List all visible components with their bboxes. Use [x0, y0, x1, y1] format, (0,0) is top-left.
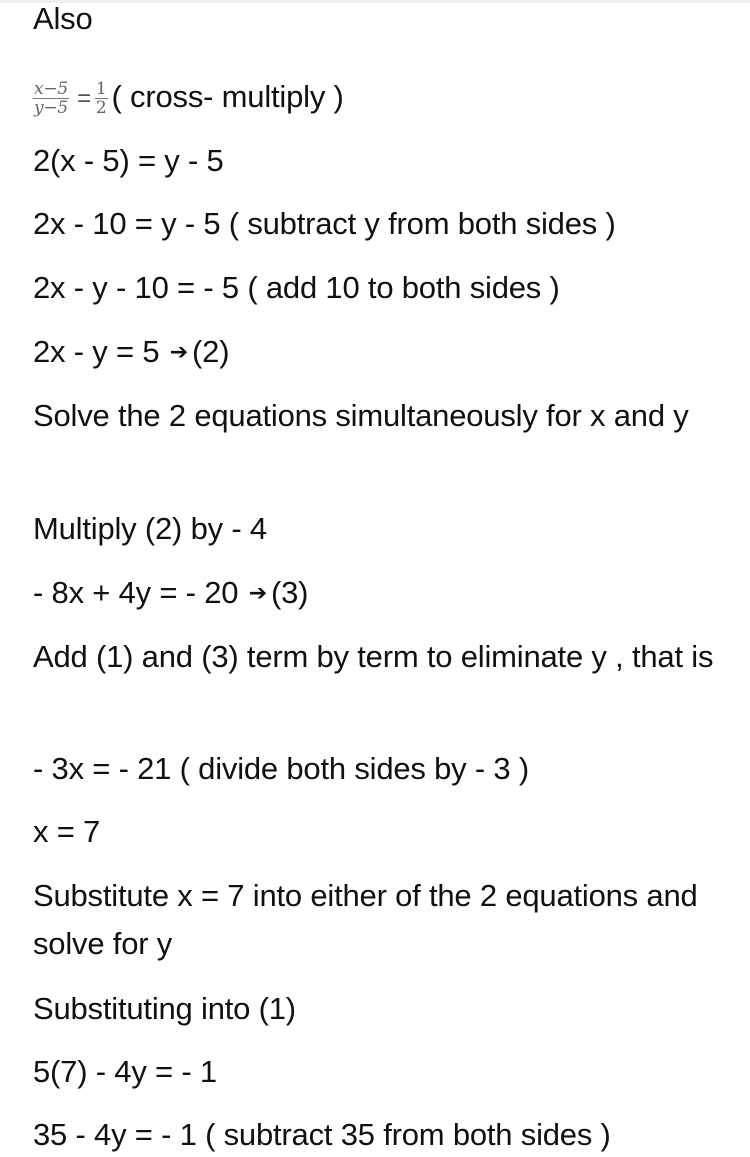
fraction-right: 1 2: [94, 79, 108, 119]
text-line: Substitute x = 7 into either of the 2 eq…: [33, 872, 723, 968]
text-line: Substituting into (1): [33, 987, 296, 1031]
equation-label: (2): [192, 334, 230, 369]
equals-sign: =: [77, 84, 91, 112]
text-line: Also: [33, 0, 93, 41]
line-text: Multiply (2) by - 4: [33, 511, 267, 546]
line-text: 35 - 4y = - 1 ( subtract 35 from both si…: [33, 1117, 611, 1152]
line-text: Solve the 2 equations simultaneously for…: [33, 398, 689, 433]
text-line: - 3x = - 21 ( divide both sides by - 3 ): [33, 747, 529, 791]
line-text: x = 7: [33, 814, 101, 849]
text-line: Multiply (2) by - 4: [33, 507, 267, 551]
text-line: 2x - y - 10 = - 5 ( add 10 to both sides…: [33, 266, 560, 310]
line-text: 2x - y = 5: [33, 334, 160, 369]
top-divider: [0, 0, 750, 3]
labeled-equation-line: 2x - y = 5 ➔ (2): [33, 330, 230, 374]
text-line: 35 - 4y = - 1 ( subtract 35 from both si…: [33, 1113, 611, 1157]
text-line: 2(x - 5) = y - 5: [33, 139, 224, 183]
line-text: Add (1) and (3) term by term to eliminat…: [33, 639, 714, 674]
line-text: 2(x - 5) = y - 5: [33, 143, 224, 178]
fraction-denominator: y−5: [33, 98, 69, 119]
line-text: Substituting into (1): [33, 991, 296, 1026]
fraction-denominator: 2: [95, 98, 107, 119]
right-arrow-icon: ➔: [169, 339, 189, 364]
fraction-numerator: x−5: [33, 79, 70, 100]
line-text: 5(7) - 4y = - 1: [33, 1054, 217, 1089]
text-line: x = 7: [33, 810, 100, 854]
line-text: Substitute x = 7 into either of the 2 eq…: [33, 878, 698, 961]
fraction-left: x−5 y−5: [33, 79, 70, 119]
fraction-numerator: 1: [94, 79, 108, 100]
labeled-equation-line: - 8x + 4y = - 20 ➔ (3): [33, 571, 308, 615]
fraction-equation-line: x−5 y−5 = 1 2 ( cross- multiply ): [33, 75, 344, 121]
right-arrow-icon: ➔: [248, 580, 267, 605]
text-line: Add (1) and (3) term by term to eliminat…: [33, 633, 723, 681]
line-text: Also: [33, 1, 93, 36]
line-text: - 3x = - 21 ( divide both sides by - 3 ): [33, 751, 529, 786]
equation-label: (3): [270, 575, 309, 610]
text-line: Solve the 2 equations simultaneously for…: [33, 392, 723, 440]
text-line: 5(7) - 4y = - 1: [33, 1050, 217, 1094]
line-annotation: ( cross- multiply ): [111, 79, 344, 114]
text-line: 2x - 10 = y - 5 ( subtract y from both s…: [33, 202, 616, 246]
line-text: 2x - y - 10 = - 5 ( add 10 to both sides…: [33, 270, 560, 305]
line-text: - 8x + 4y = - 20: [33, 575, 239, 610]
line-text: 2x - 10 = y - 5 ( subtract y from both s…: [33, 206, 616, 241]
